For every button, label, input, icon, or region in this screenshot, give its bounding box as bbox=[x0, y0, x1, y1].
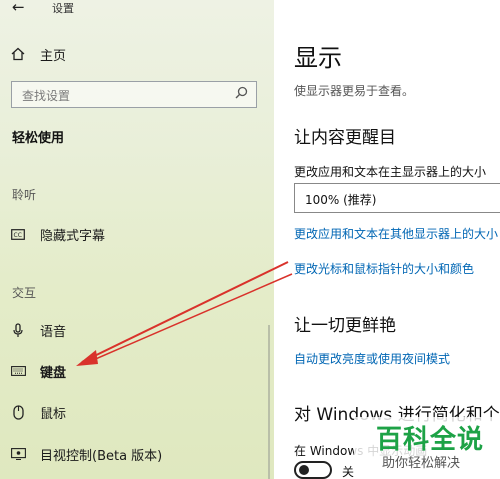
watermark-title: 百科全说 bbox=[376, 425, 485, 455]
watermark-subtitle: 助你轻松解决 bbox=[382, 456, 461, 471]
watermark: 百科全说 助你轻松解决 bbox=[354, 417, 500, 479]
arrow-head bbox=[76, 350, 98, 366]
annotation-arrow bbox=[76, 261, 293, 366]
